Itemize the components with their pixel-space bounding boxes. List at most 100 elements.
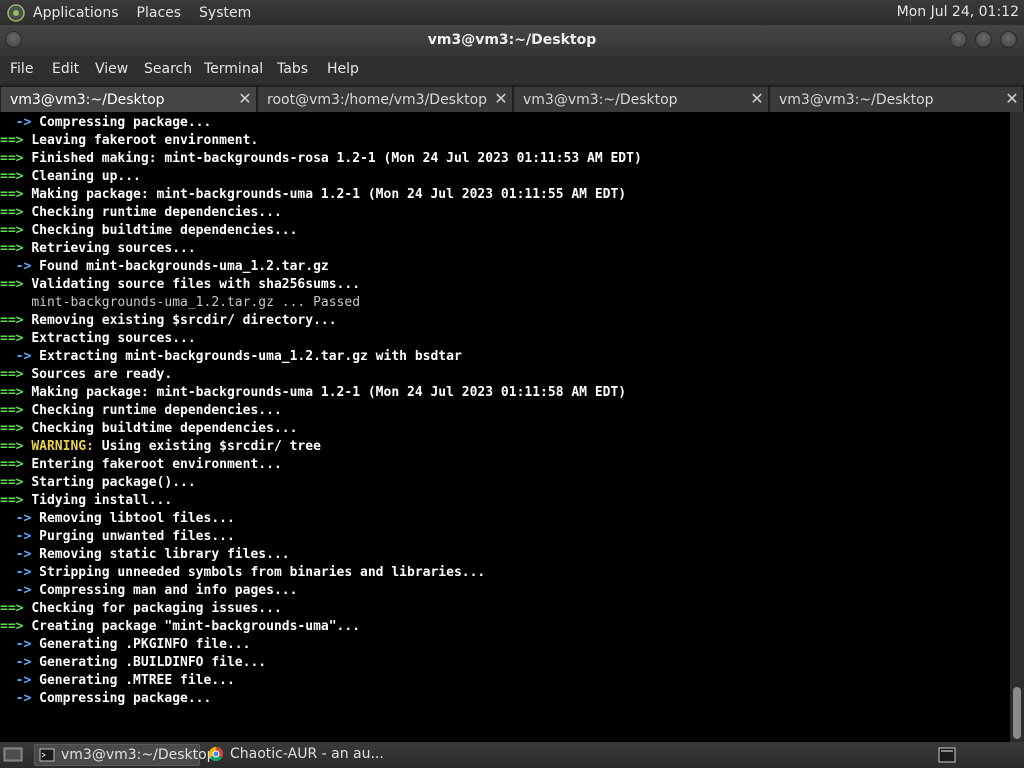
- terminal-line: ==> Checking runtime dependencies...: [0, 402, 642, 420]
- close-tab-icon[interactable]: ✕: [1005, 90, 1019, 108]
- close-tab-icon[interactable]: ✕: [494, 90, 508, 108]
- line-text: Entering fakeroot environment...: [31, 457, 282, 472]
- terminal-tray-icon[interactable]: [938, 746, 956, 764]
- line-prefix: ==>: [0, 601, 32, 616]
- terminal-line: ==> Extracting sources...: [0, 330, 642, 348]
- menu-view[interactable]: View: [95, 61, 128, 77]
- warning-label: WARNING:: [31, 439, 94, 454]
- menu-help[interactable]: Help: [327, 61, 359, 77]
- minimize-button[interactable]: [950, 31, 967, 48]
- line-text: Cleaning up...: [31, 169, 141, 184]
- close-window-button[interactable]: [1000, 31, 1017, 48]
- line-prefix: ==>: [0, 421, 32, 436]
- terminal-line: -> Generating .BUILDINFO file...: [0, 654, 642, 672]
- tab-2[interactable]: root@vm3:/home/vm3/Desktop ✕: [257, 86, 513, 112]
- terminal-line: ==> Validating source files with sha256s…: [0, 276, 642, 294]
- terminal-scrollbar[interactable]: [1010, 112, 1024, 742]
- menu-search[interactable]: Search: [144, 61, 192, 77]
- line-prefix: ->: [0, 259, 40, 274]
- line-text: Removing libtool files...: [39, 511, 235, 526]
- line-prefix: ->: [0, 673, 40, 688]
- line-text: Found mint-backgrounds-uma_1.2.tar.gz: [39, 259, 329, 274]
- show-desktop-icon[interactable]: [2, 746, 24, 764]
- line-text: Generating .PKGINFO file...: [39, 637, 251, 652]
- line-text: Compressing package...: [39, 691, 212, 706]
- terminal-line: -> Found mint-backgrounds-uma_1.2.tar.gz: [0, 258, 642, 276]
- line-text: Sources are ready.: [31, 367, 173, 382]
- line-prefix: ->: [0, 691, 40, 706]
- close-tab-icon[interactable]: ✕: [750, 90, 764, 108]
- line-text: Purging unwanted files...: [39, 529, 235, 544]
- line-prefix: ==>: [0, 385, 32, 400]
- line-prefix: ->: [0, 637, 40, 652]
- line-prefix: ->: [0, 115, 40, 130]
- close-tab-icon[interactable]: ✕: [238, 90, 252, 108]
- menu-terminal[interactable]: Terminal: [204, 61, 263, 77]
- top-panel: Applications Places System Mon Jul 24, 0…: [0, 0, 1024, 25]
- tab-3[interactable]: vm3@vm3:~/Desktop ✕: [513, 86, 769, 112]
- line-text: Removing existing $srcdir/ directory...: [31, 313, 337, 328]
- terminal-output[interactable]: -> Compressing package... ==> Leaving fak…: [0, 112, 1010, 742]
- line-text: Checking buildtime dependencies...: [31, 421, 298, 436]
- terminal-line: -> Generating .PKGINFO file...: [0, 636, 642, 654]
- line-text: Starting package()...: [31, 475, 196, 490]
- terminal-line: ==> Making package: mint-backgrounds-uma…: [0, 384, 642, 402]
- line-prefix: ==>: [0, 169, 32, 184]
- line-text: Validating source files with sha256sums.…: [31, 277, 361, 292]
- line-prefix: ==>: [0, 223, 32, 238]
- applications-menu[interactable]: Applications: [33, 5, 119, 21]
- terminal-lines: -> Compressing package... ==> Leaving fak…: [0, 114, 642, 708]
- line-text: Removing static library files...: [39, 547, 290, 562]
- tab-4[interactable]: vm3@vm3:~/Desktop ✕: [769, 86, 1024, 112]
- line-prefix: ==>: [0, 367, 32, 382]
- window-title: vm3@vm3:~/Desktop: [427, 32, 597, 48]
- distro-logo-icon[interactable]: [7, 3, 25, 22]
- terminal-line: ==> Sources are ready.: [0, 366, 642, 384]
- line-text: Checking for packaging issues...: [31, 601, 282, 616]
- taskbar-item-browser[interactable]: Chaotic-AUR - an au...: [204, 744, 394, 766]
- terminal-line: -> Extracting mint-backgrounds-uma_1.2.t…: [0, 348, 642, 366]
- taskbar-item-terminal[interactable]: vm3@vm3:~/Desktop: [34, 744, 216, 766]
- chrome-icon: [208, 746, 224, 762]
- line-prefix: ->: [0, 349, 40, 364]
- tab-1[interactable]: vm3@vm3:~/Desktop ✕: [0, 86, 257, 112]
- line-text: Compressing man and info pages...: [39, 583, 298, 598]
- window-titlebar[interactable]: vm3@vm3:~/Desktop: [0, 25, 1024, 56]
- terminal-icon: [39, 747, 55, 763]
- terminal-line: -> Compressing man and info pages...: [0, 582, 642, 600]
- line-prefix: ->: [0, 511, 40, 526]
- menu-tabs[interactable]: Tabs: [277, 61, 308, 77]
- tab-bar: vm3@vm3:~/Desktop ✕ root@vm3:/home/vm3/D…: [0, 84, 1024, 113]
- terminal-line: ==> Creating package "mint-backgrounds-u…: [0, 618, 642, 636]
- line-text: Tidying install...: [31, 493, 173, 508]
- line-text: Generating .MTREE file...: [39, 673, 235, 688]
- line-prefix: ->: [0, 565, 40, 580]
- line-text: Stripping unneeded symbols from binaries…: [39, 565, 486, 580]
- tab-label: vm3@vm3:~/Desktop: [779, 92, 934, 108]
- line-prefix: ->: [0, 529, 40, 544]
- line-prefix: ==>: [0, 457, 32, 472]
- line-prefix: ==>: [0, 205, 32, 220]
- tab-label: root@vm3:/home/vm3/Desktop: [267, 92, 488, 108]
- terminal-line: mint-backgrounds-uma_1.2.tar.gz ... Pass…: [0, 294, 642, 312]
- clock[interactable]: Mon Jul 24, 01:12: [897, 4, 1019, 20]
- system-menu[interactable]: System: [199, 5, 251, 21]
- maximize-button[interactable]: [975, 31, 992, 48]
- line-text: Checking runtime dependencies...: [31, 205, 282, 220]
- terminal-line: -> Stripping unneeded symbols from binar…: [0, 564, 642, 582]
- menu-edit[interactable]: Edit: [52, 61, 79, 77]
- terminal-line: ==> WARNING: Using existing $srcdir/ tre…: [0, 438, 642, 456]
- line-text: Using existing $srcdir/ tree: [93, 439, 321, 454]
- line-text: Finished making: mint-backgrounds-rosa 1…: [31, 151, 642, 166]
- line-prefix: ==>: [0, 313, 32, 328]
- line-prefix: ==>: [0, 439, 32, 454]
- line-prefix: ==>: [0, 187, 32, 202]
- line-text: Compressing package...: [39, 115, 212, 130]
- terminal-line: -> Purging unwanted files...: [0, 528, 642, 546]
- line-text: Making package: mint-backgrounds-uma 1.2…: [31, 187, 627, 202]
- terminal-line: ==> Entering fakeroot environment...: [0, 456, 642, 474]
- line-text: Checking runtime dependencies...: [31, 403, 282, 418]
- menu-file[interactable]: File: [10, 61, 33, 77]
- places-menu[interactable]: Places: [137, 5, 182, 21]
- scrollbar-thumb[interactable]: [1013, 687, 1021, 739]
